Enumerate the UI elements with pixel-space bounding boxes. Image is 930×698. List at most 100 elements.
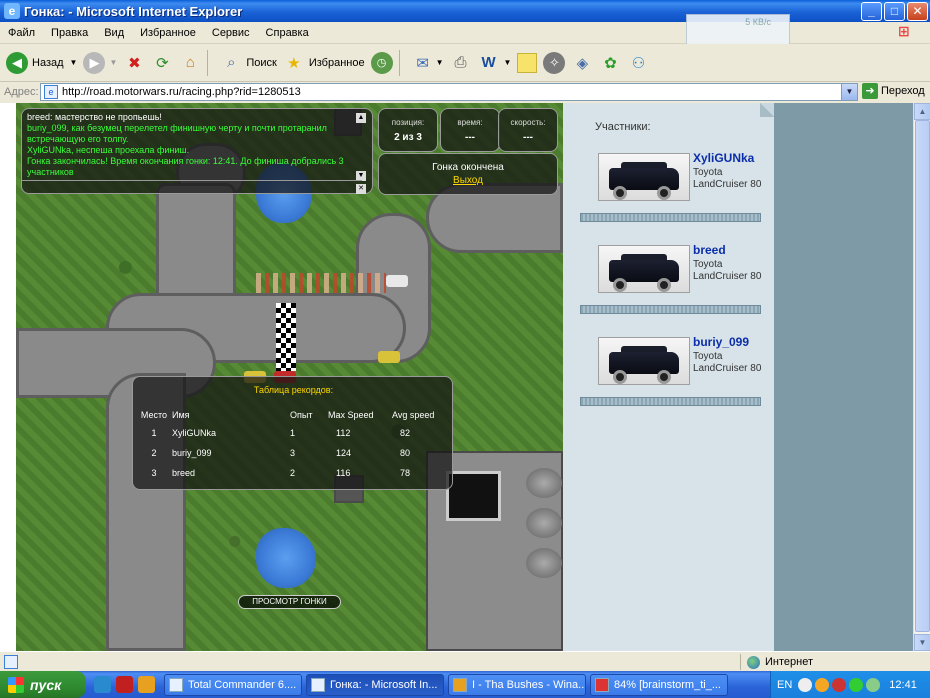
taskbar-item[interactable]: I - Tha Bushes - Wina... (448, 673, 586, 696)
flower-icon: ✿ (604, 54, 617, 72)
table-row: 2 buriy_099 3 124 80 (136, 443, 451, 463)
status-bar: Интернет (0, 651, 930, 671)
race-car (378, 351, 400, 363)
tray-icon[interactable] (832, 677, 847, 692)
language-indicator[interactable]: EN (777, 679, 792, 691)
taskbar-item[interactable]: Total Commander 6.... (164, 673, 302, 696)
wheel (613, 278, 627, 292)
close-button[interactable]: ✕ (907, 1, 928, 21)
table-row: 1 XyliGUNka 1 112 82 (136, 423, 451, 443)
start-button[interactable]: пуск (0, 671, 86, 698)
menu-help[interactable]: Справка (258, 27, 317, 39)
cell-max-speed: 112 (336, 428, 351, 438)
go-button[interactable]: ➜ Переход (862, 83, 925, 99)
menu-view[interactable]: Вид (96, 27, 132, 39)
cell-place: 2 (151, 448, 157, 458)
view-race-button[interactable]: ПРОСМОТР ГОНКИ (238, 595, 341, 609)
search-label: Поиск (246, 56, 277, 69)
wheel (657, 370, 671, 384)
chat-close-icon[interactable]: ✕ (356, 184, 366, 194)
records-table: Место Имя Опыт Max Speed Avg speed 1 Xyl… (136, 407, 451, 483)
participant-name[interactable]: buriy_099 (693, 335, 749, 349)
menu-favorites[interactable]: Избранное (132, 27, 204, 39)
icq-button[interactable]: ✿ (599, 52, 621, 74)
chat-scroll-up-icon[interactable]: ▲ (356, 113, 366, 123)
tray-icon[interactable] (815, 677, 830, 692)
scroll-up-icon[interactable]: ▲ (914, 103, 930, 120)
messenger-button[interactable]: ✧ (543, 51, 566, 74)
menu-edit[interactable]: Правка (43, 27, 96, 39)
car-image[interactable] (598, 245, 690, 293)
edit-button[interactable]: W ▼ (478, 52, 512, 74)
maximize-button[interactable]: □ (884, 1, 905, 21)
records-title: Таблица рекордов: (253, 385, 334, 395)
contacts-button[interactable]: ⚇ (627, 52, 649, 74)
menu-tools[interactable]: Сервис (204, 27, 258, 39)
research-button[interactable]: ◈ (571, 52, 593, 74)
app-quicklaunch-icon[interactable] (116, 676, 133, 693)
wheel (613, 186, 627, 200)
refresh-icon: ⟳ (156, 54, 169, 72)
home-button[interactable]: ⌂ (179, 52, 201, 74)
participant-name[interactable]: breed (693, 243, 726, 257)
stop-icon: ✖ (128, 54, 141, 72)
race-map: breed: мастерство не пропьешь! buriy_099… (16, 103, 563, 651)
car-image[interactable] (598, 337, 690, 385)
position-value: 2 из 3 (394, 132, 422, 143)
page-right-gutter (774, 103, 913, 651)
tray-icon[interactable] (866, 677, 881, 692)
start-label: пуск (30, 676, 62, 693)
chat-line: XyliGUNka, неспеша проехала финиш. (27, 145, 190, 155)
vertical-scrollbar[interactable]: ▲ ▼ (913, 103, 930, 651)
toolbar-separator (207, 49, 209, 76)
speed-value: --- (523, 132, 533, 143)
wheel (657, 186, 671, 200)
edit-dropdown-icon[interactable]: ▼ (504, 58, 512, 67)
print-button[interactable]: ⎙ (450, 52, 472, 74)
participants-panel: Участники: XyliGUNka Toyota LandCruiser … (563, 103, 774, 651)
refresh-button[interactable]: ⟳ (151, 52, 173, 74)
back-button[interactable]: ◀ Назад ▼ (6, 51, 78, 74)
favorites-button[interactable]: ★ Избранное (283, 52, 364, 74)
stop-button[interactable]: ✖ (123, 52, 145, 74)
address-url: http://road.motorwars.ru/racing.php?rid=… (62, 86, 301, 98)
back-label: Назад (32, 56, 64, 69)
address-bar: Адрес: e http://road.motorwars.ru/racing… (0, 82, 930, 102)
car-image[interactable] (598, 153, 690, 201)
exit-link[interactable]: Выход (453, 175, 483, 186)
notes-button[interactable] (517, 52, 538, 73)
ie-quicklaunch-icon[interactable] (94, 676, 111, 693)
scroll-down-icon[interactable]: ▼ (914, 634, 930, 651)
participant-card: XyliGUNka Toyota LandCruiser 80 (598, 151, 768, 209)
address-input[interactable]: e http://road.motorwars.ru/racing.php?ri… (40, 83, 858, 101)
participant-divider (580, 397, 761, 406)
menu-bar: Файл Правка Вид Избранное Сервис Справка… (0, 22, 930, 44)
taskbar-item[interactable]: 84% [brainstorm_ti_... (590, 673, 728, 696)
history-button[interactable]: ◷ (370, 51, 393, 74)
cell-avg-speed: 82 (400, 428, 411, 438)
address-label: Адрес: (4, 86, 39, 98)
tray-icon[interactable] (849, 677, 864, 692)
task-label: Total Commander 6.... (188, 678, 297, 691)
participant-name[interactable]: XyliGUNka (693, 151, 754, 165)
address-dropdown-icon[interactable]: ▼ (841, 84, 857, 100)
mail-button[interactable]: ✉ ▼ (412, 52, 444, 74)
cell-max-speed: 124 (336, 448, 352, 458)
tray-icon[interactable] (798, 677, 813, 692)
dark-roof (446, 471, 501, 521)
menu-file[interactable]: Файл (0, 27, 43, 39)
word-icon: W (481, 54, 496, 71)
winamp-quicklaunch-icon[interactable] (138, 676, 155, 693)
mail-dropdown-icon[interactable]: ▼ (436, 58, 444, 67)
back-dropdown-icon[interactable]: ▼ (70, 58, 78, 67)
forward-dropdown-icon[interactable]: ▼ (109, 58, 117, 67)
taskbar-item[interactable]: Гонка: - Microsoft In... (306, 673, 444, 696)
scroll-thumb[interactable] (915, 120, 930, 632)
cell-avg-speed: 80 (400, 448, 411, 458)
participant-card: buriy_099 Toyota LandCruiser 80 (598, 335, 768, 393)
search-button[interactable]: ⌕ Поиск (220, 52, 277, 74)
forward-button[interactable]: ▶ ▼ (83, 51, 117, 74)
chat-line: buriy_099, как безумец перелетел финишну… (27, 123, 327, 144)
minimize-button[interactable]: _ (861, 1, 882, 21)
toolbar-separator (398, 49, 400, 76)
